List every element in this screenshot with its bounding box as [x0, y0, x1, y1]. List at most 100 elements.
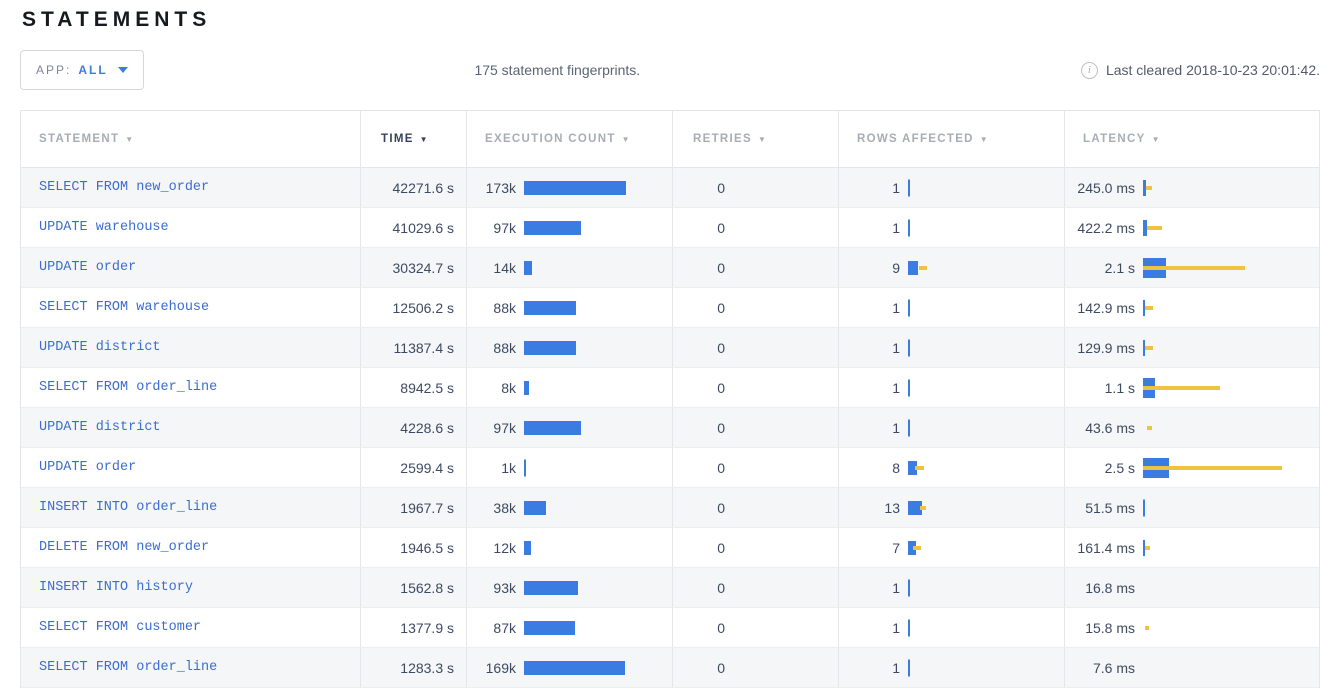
latency-bar [1143, 216, 1319, 240]
latency-cell: 1.1 s [1065, 368, 1319, 407]
sort-arrow-icon: ▼ [758, 135, 767, 144]
mean-bar [524, 341, 576, 355]
retries-cell: 0 [673, 568, 839, 607]
stddev-bar [1145, 626, 1149, 630]
table-row: SELECT FROM warehouse 12506.2 s 88k 0 1 … [21, 288, 1319, 328]
statement-link[interactable]: UPDATE order [39, 460, 136, 475]
rows-affected-bar [908, 456, 1064, 480]
rows-affected-bar [908, 336, 1064, 360]
table-row: UPDATE order 2599.4 s 1k 0 8 2.5 s [21, 448, 1319, 488]
statements-page: STATEMENTS APP: ALL 175 statement finger… [0, 0, 1336, 692]
time-cell: 30324.7 s [361, 248, 467, 287]
latency-bar [1143, 256, 1319, 280]
retries-bar [733, 176, 838, 200]
retries-cell: 0 [673, 328, 839, 367]
mean-bar [524, 459, 526, 476]
mean-bar [1143, 499, 1145, 516]
statement-link[interactable]: INSERT INTO history [39, 580, 193, 595]
rows-affected-cell: 1 [839, 408, 1065, 447]
stddev-bar [1146, 186, 1152, 190]
column-header-retries[interactable]: RETRIES ▼ [673, 111, 839, 167]
rows-affected-bar [908, 256, 1064, 280]
retries-cell: 0 [673, 288, 839, 327]
execution-count-bar [524, 256, 672, 280]
execution-count-bar [524, 376, 672, 400]
statement-link[interactable]: SELECT FROM order_line [39, 660, 217, 675]
execution-count-bar [524, 176, 672, 200]
stddev-bar [913, 546, 921, 550]
column-header-latency[interactable]: LATENCY ▼ [1065, 111, 1319, 167]
column-header-rows-affected[interactable]: ROWS AFFECTED ▼ [839, 111, 1065, 167]
column-header-execution-count[interactable]: EXECUTION COUNT ▼ [467, 111, 673, 167]
mean-bar [908, 179, 910, 196]
stddev-bar [1145, 306, 1153, 310]
latency-bar [1143, 176, 1319, 200]
rows-affected-bar [908, 576, 1064, 600]
retries-cell: 0 [673, 248, 839, 287]
retries-bar [733, 616, 838, 640]
latency-cell: 7.6 ms [1065, 648, 1319, 687]
stddev-bar [1143, 386, 1220, 390]
statement-link[interactable]: SELECT FROM order_line [39, 380, 217, 395]
statement-link[interactable]: UPDATE warehouse [39, 220, 169, 235]
time-cell: 1967.7 s [361, 488, 467, 527]
mean-bar [908, 579, 910, 596]
rows-affected-cell: 1 [839, 208, 1065, 247]
retries-cell: 0 [673, 208, 839, 247]
time-cell: 1946.5 s [361, 528, 467, 567]
statement-link[interactable]: SELECT FROM customer [39, 620, 201, 635]
table-row: UPDATE order 30324.7 s 14k 0 9 2.1 s [21, 248, 1319, 288]
time-cell: 1562.8 s [361, 568, 467, 607]
sort-arrow-icon: ▼ [1152, 135, 1161, 144]
retries-bar [733, 656, 838, 680]
retries-cell: 0 [673, 648, 839, 687]
time-cell: 1283.3 s [361, 648, 467, 687]
table-row: SELECT FROM new_order 42271.6 s 173k 0 1… [21, 168, 1319, 208]
statement-link[interactable]: UPDATE order [39, 260, 136, 275]
rows-affected-cell: 7 [839, 528, 1065, 567]
execution-count-cell: 97k [467, 208, 673, 247]
mean-bar [524, 261, 532, 275]
latency-cell: 422.2 ms [1065, 208, 1319, 247]
statement-link[interactable]: UPDATE district [39, 340, 161, 355]
info-icon[interactable]: i [1081, 62, 1098, 79]
latency-cell: 129.9 ms [1065, 328, 1319, 367]
rows-affected-bar [908, 656, 1064, 680]
column-header-statement[interactable]: STATEMENT ▼ [21, 111, 361, 167]
retries-bar [733, 536, 838, 560]
latency-bar [1143, 656, 1319, 680]
rows-affected-bar [908, 216, 1064, 240]
statement-link[interactable]: UPDATE district [39, 420, 161, 435]
table-row: UPDATE district 11387.4 s 88k 0 1 129.9 … [21, 328, 1319, 368]
execution-count-bar [524, 656, 672, 680]
retries-cell: 0 [673, 448, 839, 487]
rows-affected-bar [908, 296, 1064, 320]
mean-bar [524, 181, 626, 195]
stddev-bar [1143, 466, 1282, 470]
table-row: INSERT INTO order_line 1967.7 s 38k 0 13… [21, 488, 1319, 528]
retries-bar [733, 576, 838, 600]
table-row: UPDATE warehouse 41029.6 s 97k 0 1 422.2… [21, 208, 1319, 248]
latency-cell: 2.5 s [1065, 448, 1319, 487]
statement-link[interactable]: DELETE FROM new_order [39, 540, 209, 555]
execution-count-bar [524, 456, 672, 480]
sort-arrow-icon: ▼ [420, 135, 429, 144]
statement-link[interactable]: SELECT FROM new_order [39, 180, 209, 195]
rows-affected-bar [908, 616, 1064, 640]
retries-cell: 0 [673, 368, 839, 407]
statement-link[interactable]: INSERT INTO order_line [39, 500, 217, 515]
rows-affected-cell: 1 [839, 608, 1065, 647]
statement-link[interactable]: SELECT FROM warehouse [39, 300, 209, 315]
execution-count-cell: 173k [467, 168, 673, 207]
rows-affected-cell: 1 [839, 168, 1065, 207]
column-header-time[interactable]: TIME ▼ [361, 111, 467, 167]
execution-count-cell: 1k [467, 448, 673, 487]
retries-bar [733, 496, 838, 520]
rows-affected-cell: 13 [839, 488, 1065, 527]
table-row: SELECT FROM customer 1377.9 s 87k 0 1 15… [21, 608, 1319, 648]
mean-bar [524, 381, 529, 395]
time-cell: 2599.4 s [361, 448, 467, 487]
latency-bar [1143, 416, 1319, 440]
mean-bar [908, 659, 910, 676]
latency-cell: 16.8 ms [1065, 568, 1319, 607]
